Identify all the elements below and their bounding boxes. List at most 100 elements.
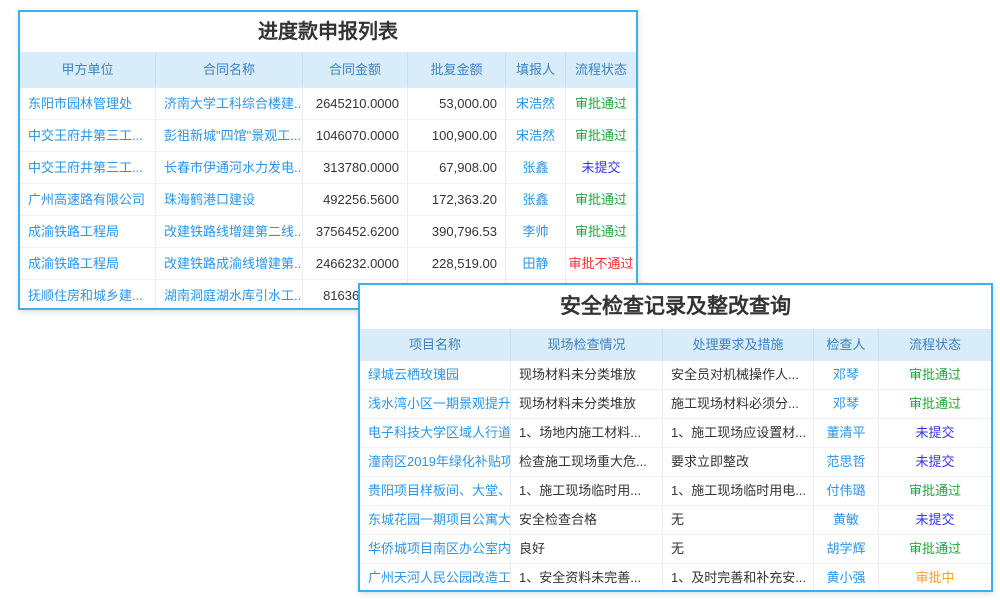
cell-measures: 要求立即整改 [662, 448, 813, 476]
cell-status: 审批通过 [565, 184, 636, 215]
progress-payment-body: 东阳市园林管理处济南大学工科综合楼建...2645210.000053,000.… [20, 88, 636, 310]
cell-status: 未提交 [878, 419, 991, 447]
cell-contract[interactable]: 改建铁路成渝线增建第... [155, 248, 302, 279]
cell-approved: 53,000.00 [407, 88, 505, 119]
cell-measures: 安全员对机械操作人... [662, 361, 813, 389]
cell-approved: 390,796.53 [407, 216, 505, 247]
cell-reporter[interactable]: 张鑫 [505, 152, 565, 183]
column-header-contract: 合同名称 [155, 52, 302, 87]
cell-inspector[interactable]: 胡学辉 [813, 535, 878, 563]
cell-reporter[interactable]: 张鑫 [505, 184, 565, 215]
cell-unit[interactable]: 成渝铁路工程局 [20, 216, 155, 247]
cell-inspector[interactable]: 范思哲 [813, 448, 878, 476]
cell-project[interactable]: 浅水湾小区一期景观提升 [360, 390, 510, 418]
cell-inspection: 1、安全资料未完善... [510, 564, 662, 592]
cell-measures: 1、施工现场临时用电... [662, 477, 813, 505]
cell-status: 审批不通过 [565, 248, 636, 279]
cell-status: 未提交 [878, 506, 991, 534]
safety-inspection-row: 绿城云栖玫瑰园现场材料未分类堆放安全员对机械操作人...邓琴审批通过 [360, 361, 991, 390]
cell-inspection: 1、场地内施工材料... [510, 419, 662, 447]
safety-inspection-body: 绿城云栖玫瑰园现场材料未分类堆放安全员对机械操作人...邓琴审批通过浅水湾小区一… [360, 361, 991, 592]
cell-contract[interactable]: 改建铁路线增建第二线... [155, 216, 302, 247]
cell-project[interactable]: 东城花园一期项目公寓大堂 [360, 506, 510, 534]
cell-inspector[interactable]: 邓琴 [813, 361, 878, 389]
cell-amount: 492256.5600 [302, 184, 407, 215]
safety-inspection-header-row: 项目名称现场检查情况处理要求及措施检查人流程状态 [360, 329, 991, 361]
column-header-inspection: 现场检查情况 [510, 329, 662, 360]
cell-inspector[interactable]: 董清平 [813, 419, 878, 447]
cell-measures: 1、及时完善和补充安... [662, 564, 813, 592]
cell-contract[interactable]: 长春市伊通河水力发电... [155, 152, 302, 183]
progress-payment-panel: 进度款申报列表 甲方单位合同名称合同金额批复金额填报人流程状态 东阳市园林管理处… [18, 10, 638, 310]
progress-payment-header-row: 甲方单位合同名称合同金额批复金额填报人流程状态 [20, 52, 636, 88]
cell-inspector[interactable]: 付伟璐 [813, 477, 878, 505]
cell-unit[interactable]: 抚顺住房和城乡建... [20, 280, 155, 310]
cell-unit[interactable]: 广州高速路有限公司 [20, 184, 155, 215]
cell-amount: 1046070.0000 [302, 120, 407, 151]
safety-inspection-row: 电子科技大学区域人行道1、场地内施工材料...1、施工现场应设置材...董清平未… [360, 419, 991, 448]
column-header-amount: 合同金额 [302, 52, 407, 87]
cell-amount: 3756452.6200 [302, 216, 407, 247]
cell-unit[interactable]: 中交王府井第三工... [20, 152, 155, 183]
cell-status: 审批通过 [565, 88, 636, 119]
cell-inspector[interactable]: 黄敏 [813, 506, 878, 534]
cell-reporter[interactable]: 宋浩然 [505, 88, 565, 119]
progress-payment-row: 中交王府井第三工...长春市伊通河水力发电...313780.000067,90… [20, 152, 636, 184]
cell-project[interactable]: 广州天河人民公园改造工程 [360, 564, 510, 592]
progress-payment-row: 东阳市园林管理处济南大学工科综合楼建...2645210.000053,000.… [20, 88, 636, 120]
safety-inspection-title: 安全检查记录及整改查询 [360, 285, 991, 329]
progress-payment-title: 进度款申报列表 [20, 12, 636, 52]
cell-amount: 2466232.0000 [302, 248, 407, 279]
cell-project[interactable]: 华侨城项目南区办公室内 [360, 535, 510, 563]
cell-measures: 无 [662, 535, 813, 563]
cell-inspection: 1、施工现场临时用... [510, 477, 662, 505]
cell-project[interactable]: 电子科技大学区域人行道 [360, 419, 510, 447]
cell-reporter[interactable]: 宋浩然 [505, 120, 565, 151]
cell-status: 审批通过 [878, 361, 991, 389]
column-header-status: 流程状态 [878, 329, 991, 360]
cell-measures: 1、施工现场应设置材... [662, 419, 813, 447]
progress-payment-row: 中交王府井第三工...彭祖新城"四馆"景观工...1046070.0000100… [20, 120, 636, 152]
cell-reporter[interactable]: 田静 [505, 248, 565, 279]
cell-unit[interactable]: 成渝铁路工程局 [20, 248, 155, 279]
cell-project[interactable]: 绿城云栖玫瑰园 [360, 361, 510, 389]
cell-status: 审批通过 [878, 390, 991, 418]
cell-inspection: 现场材料未分类堆放 [510, 361, 662, 389]
cell-contract[interactable]: 济南大学工科综合楼建... [155, 88, 302, 119]
cell-status: 未提交 [878, 448, 991, 476]
cell-contract[interactable]: 湖南洞庭湖水库引水工... [155, 280, 302, 310]
cell-status: 审批通过 [565, 120, 636, 151]
progress-payment-row: 成渝铁路工程局改建铁路成渝线增建第...2466232.0000228,519.… [20, 248, 636, 280]
cell-inspection: 良好 [510, 535, 662, 563]
progress-payment-row: 成渝铁路工程局改建铁路线增建第二线...3756452.6200390,796.… [20, 216, 636, 248]
cell-project[interactable]: 潼南区2019年绿化补贴项目 [360, 448, 510, 476]
cell-status: 审批通过 [565, 216, 636, 247]
safety-inspection-row: 华侨城项目南区办公室内良好无胡学辉审批通过 [360, 535, 991, 564]
safety-inspection-row: 贵阳项目样板间、大堂、1、施工现场临时用...1、施工现场临时用电...付伟璐审… [360, 477, 991, 506]
column-header-unit: 甲方单位 [20, 52, 155, 87]
cell-status: 未提交 [565, 152, 636, 183]
cell-measures: 无 [662, 506, 813, 534]
cell-inspection: 检查施工现场重大危... [510, 448, 662, 476]
column-header-inspector: 检查人 [813, 329, 878, 360]
cell-project[interactable]: 贵阳项目样板间、大堂、 [360, 477, 510, 505]
cell-amount: 313780.0000 [302, 152, 407, 183]
cell-reporter[interactable]: 李帅 [505, 216, 565, 247]
cell-status: 审批通过 [878, 477, 991, 505]
column-header-status: 流程状态 [565, 52, 636, 87]
cell-unit[interactable]: 中交王府井第三工... [20, 120, 155, 151]
column-header-measures: 处理要求及措施 [662, 329, 813, 360]
column-header-reporter: 填报人 [505, 52, 565, 87]
cell-contract[interactable]: 彭祖新城"四馆"景观工... [155, 120, 302, 151]
cell-amount: 2645210.0000 [302, 88, 407, 119]
safety-inspection-row: 广州天河人民公园改造工程1、安全资料未完善...1、及时完善和补充安...黄小强… [360, 564, 991, 592]
cell-measures: 施工现场材料必须分... [662, 390, 813, 418]
cell-status: 审批中 [878, 564, 991, 592]
cell-approved: 100,900.00 [407, 120, 505, 151]
cell-status: 审批通过 [878, 535, 991, 563]
cell-unit[interactable]: 东阳市园林管理处 [20, 88, 155, 119]
cell-inspector[interactable]: 黄小强 [813, 564, 878, 592]
cell-inspector[interactable]: 邓琴 [813, 390, 878, 418]
cell-approved: 172,363.20 [407, 184, 505, 215]
cell-contract[interactable]: 珠海鹤港口建设 [155, 184, 302, 215]
